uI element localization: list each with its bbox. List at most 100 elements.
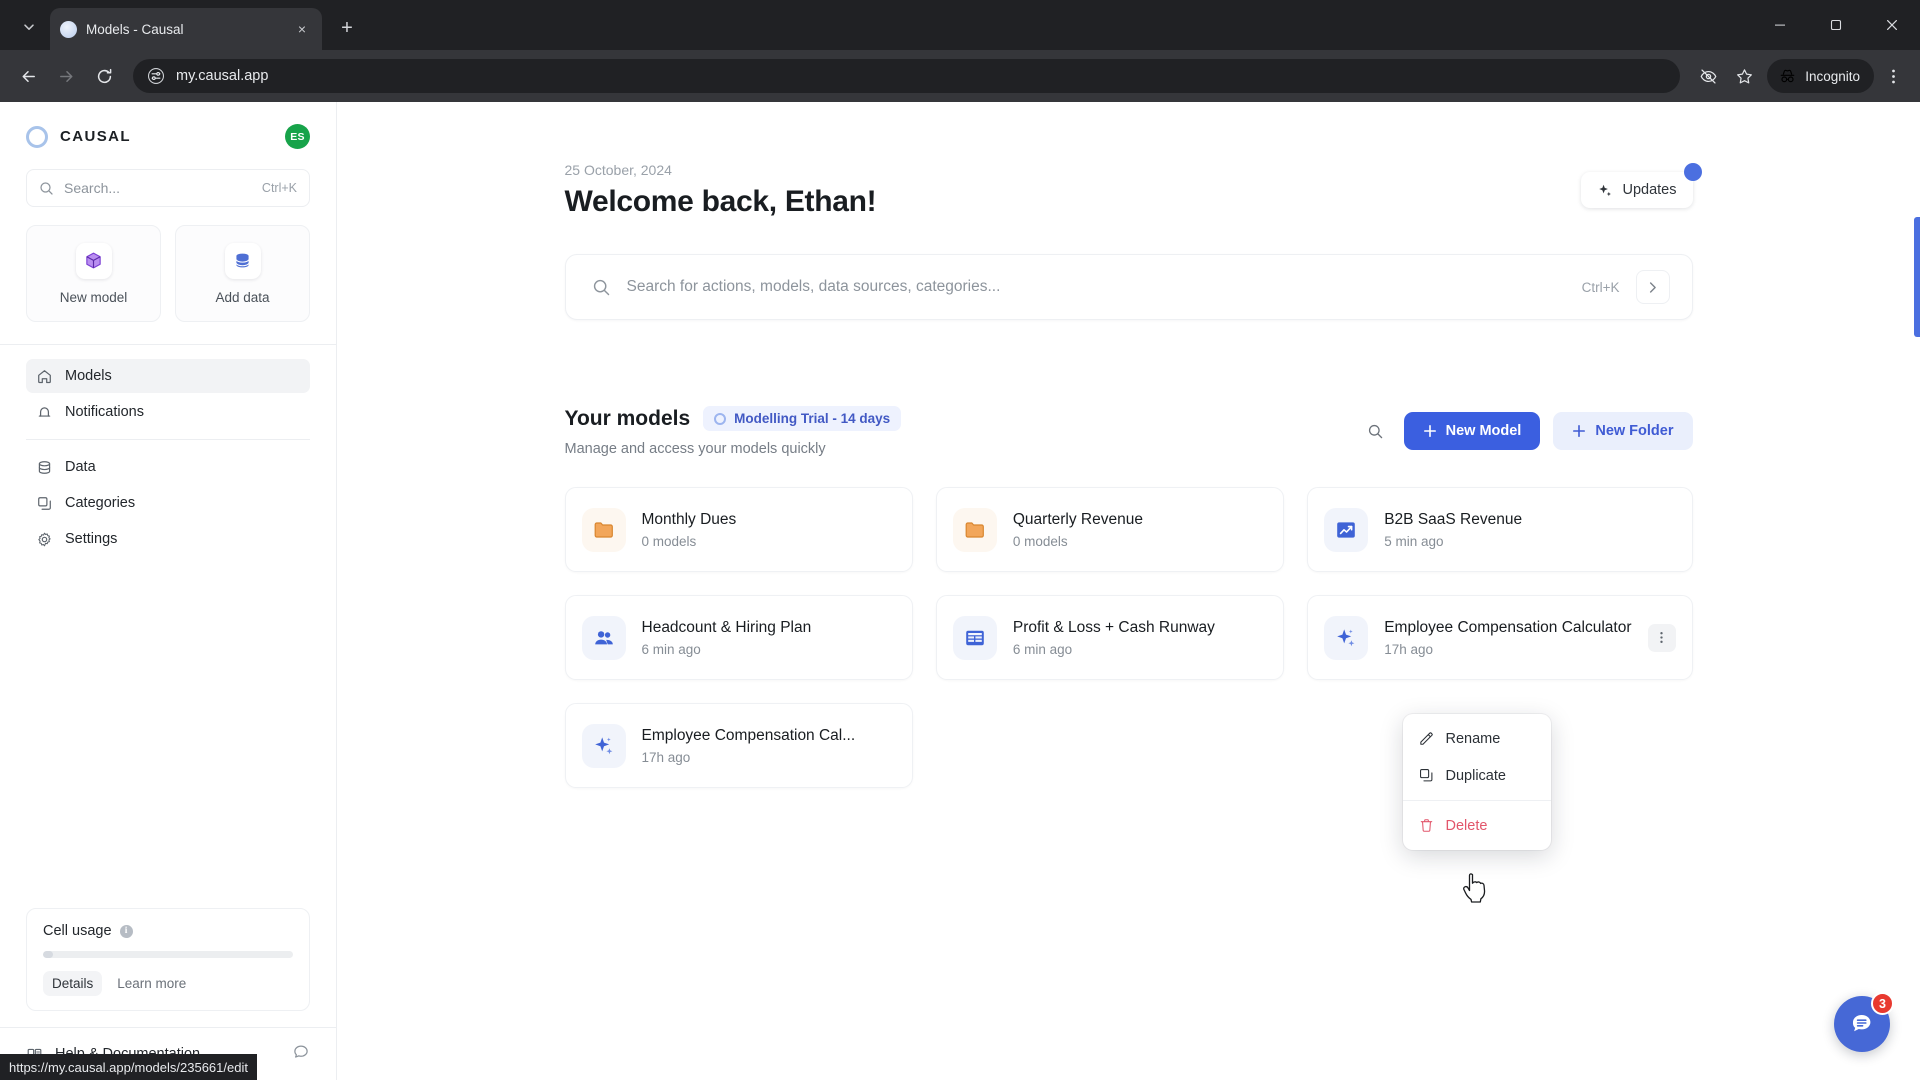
model-card[interactable]: Headcount & Hiring Plan 6 min ago <box>564 595 913 680</box>
sidebar-item-models[interactable]: Models <box>26 359 310 393</box>
spreadsheet-icon <box>952 615 997 660</box>
browser-status-bar: https://my.causal.app/models/235661/edit <box>0 1054 257 1080</box>
copy-icon <box>38 496 51 510</box>
tab-favicon-icon <box>60 20 77 38</box>
app-sidebar: CAUSAL ES Search... Ctrl+K New model Add… <box>0 102 337 1080</box>
context-menu-item-rename[interactable]: Rename <box>1403 720 1551 757</box>
updates-notification-dot <box>1683 163 1702 181</box>
tab-title: Models - Causal <box>86 21 184 37</box>
tab-close-icon[interactable]: × <box>292 19 312 39</box>
folder-icon <box>952 507 997 552</box>
models-search-icon[interactable] <box>1361 416 1391 446</box>
context-menu-item-label: Rename <box>1445 730 1501 747</box>
model-card-menu-button[interactable] <box>1647 623 1676 652</box>
back-button[interactable] <box>10 58 46 94</box>
global-search-input[interactable]: Search for actions, models, data sources… <box>564 254 1693 320</box>
mouse-cursor <box>1462 873 1485 903</box>
model-card[interactable]: B2B SaaS Revenue 5 min ago <box>1307 487 1693 572</box>
new-model-button[interactable]: New Model <box>1403 412 1541 450</box>
browser-menu-icon[interactable] <box>1876 59 1910 93</box>
sidebar-search-input[interactable]: Search... Ctrl+K <box>26 169 310 207</box>
card-context-menu: Rename Duplicate Delete <box>1402 714 1551 850</box>
browser-tab[interactable]: Models - Causal × <box>50 8 322 50</box>
gear-icon <box>38 532 51 546</box>
models-section-header: Your models Modelling Trial - 14 days Ma… <box>565 406 1693 457</box>
model-card[interactable]: Quarterly Revenue 0 models <box>935 487 1285 572</box>
people-icon <box>581 615 626 660</box>
forward-button[interactable] <box>48 58 84 94</box>
model-card-text: Employee Compensation Cal... 17h ago <box>642 727 896 765</box>
model-card-text: Monthly Dues 0 models <box>642 511 896 549</box>
model-card-title: Headcount & Hiring Plan <box>641 618 812 636</box>
tab-search-button[interactable] <box>12 10 46 44</box>
model-card-title: Profit & Loss + Cash Runway <box>1012 618 1215 636</box>
chart-icon <box>1324 507 1369 552</box>
reload-button[interactable] <box>86 58 122 94</box>
plus-icon <box>1573 425 1586 437</box>
search-icon <box>40 181 53 195</box>
sidebar-item-data[interactable]: Data <box>26 450 310 484</box>
sidebar-item-notifications[interactable]: Notifications <box>26 395 310 429</box>
new-model-quick-action-label: New model <box>59 289 128 305</box>
model-card-subtitle: 0 models <box>641 533 697 549</box>
search-icon <box>593 279 609 295</box>
model-card-text: Employee Compensation Calculator 17h ago <box>1384 619 1631 657</box>
sparkle-icon <box>581 723 626 768</box>
site-settings-icon[interactable] <box>147 67 165 85</box>
add-data-quick-action[interactable]: Add data <box>175 225 310 322</box>
new-tab-button[interactable]: + <box>330 11 364 45</box>
brand-row: CAUSAL ES <box>0 102 336 163</box>
bookmark-star-icon[interactable] <box>1727 59 1761 93</box>
model-card-text: B2B SaaS Revenue 5 min ago <box>1384 511 1675 549</box>
browser-toolbar: my.causal.app Incognito <box>0 50 1920 102</box>
sidebar-item-settings[interactable]: Settings <box>26 522 310 556</box>
updates-button[interactable]: Updates <box>1581 172 1693 208</box>
sidebar-nav: Models Notifications Data Categories Set… <box>0 345 336 558</box>
cell-usage-details-button[interactable]: Details <box>43 971 103 996</box>
database-icon <box>38 460 51 474</box>
sidebar-search-shortcut: Ctrl+K <box>261 181 297 195</box>
window-maximize-button[interactable] <box>1808 0 1864 50</box>
chat-icon[interactable] <box>292 1043 310 1066</box>
new-folder-button[interactable]: New Folder <box>1553 412 1693 450</box>
context-menu-item-label: Delete <box>1445 817 1488 834</box>
model-card[interactable]: Employee Compensation Calculator 17h ago <box>1307 595 1693 680</box>
model-card-title: Employee Compensation Cal... <box>641 726 856 744</box>
home-icon <box>38 369 51 383</box>
window-close-button[interactable] <box>1864 0 1920 50</box>
browser-window: Models - Causal × + my.causal.app Incogn… <box>0 0 1920 1080</box>
context-menu-item-duplicate[interactable]: Duplicate <box>1403 757 1551 794</box>
main-inner: 25 October, 2024 Welcome back, Ethan! Up… <box>564 102 1702 903</box>
updates-label: Updates <box>1622 182 1677 198</box>
current-date: 25 October, 2024 <box>564 162 672 178</box>
incognito-label: Incognito <box>1805 68 1860 84</box>
info-icon[interactable]: i <box>119 924 133 938</box>
incognito-indicator[interactable]: Incognito <box>1767 59 1874 93</box>
global-search-submit-button[interactable] <box>1635 270 1670 304</box>
model-card[interactable]: Profit & Loss + Cash Runway 6 min ago <box>935 595 1285 680</box>
trial-badge-label: Modelling Trial - 14 days <box>734 411 891 426</box>
model-card-title: Quarterly Revenue <box>1012 510 1143 528</box>
model-card[interactable]: Monthly Dues 0 models <box>564 487 913 572</box>
page-title: Welcome back, Ethan! <box>564 185 877 218</box>
new-model-quick-action[interactable]: New model <box>26 225 161 322</box>
global-search-placeholder: Search for actions, models, data sources… <box>626 278 1001 295</box>
window-minimize-button[interactable] <box>1752 0 1808 50</box>
context-menu-item-delete[interactable]: Delete <box>1403 807 1551 844</box>
model-card[interactable]: Employee Compensation Cal... 17h ago <box>564 703 913 788</box>
model-card-subtitle: 6 min ago <box>1012 641 1073 657</box>
chat-launcher-button[interactable]: 3 <box>1834 992 1894 1052</box>
sidebar-search-placeholder: Search... <box>64 180 121 196</box>
hero-row: 25 October, 2024 Welcome back, Ethan! Up… <box>564 162 1702 219</box>
avatar[interactable]: ES <box>285 124 310 149</box>
cell-usage-actions: Details Learn more <box>43 971 293 996</box>
tracking-protection-icon[interactable] <box>1691 59 1725 93</box>
sidebar-nav-separator <box>26 439 310 440</box>
trial-ring-icon <box>714 412 727 425</box>
cell-usage-progressbar <box>43 951 293 958</box>
models-header-actions: New Model New Folder <box>1361 406 1693 450</box>
address-bar[interactable]: my.causal.app <box>133 59 1681 93</box>
cell-usage-learn-more-link[interactable]: Learn more <box>108 971 195 996</box>
sidebar-item-categories[interactable]: Categories <box>26 486 310 520</box>
